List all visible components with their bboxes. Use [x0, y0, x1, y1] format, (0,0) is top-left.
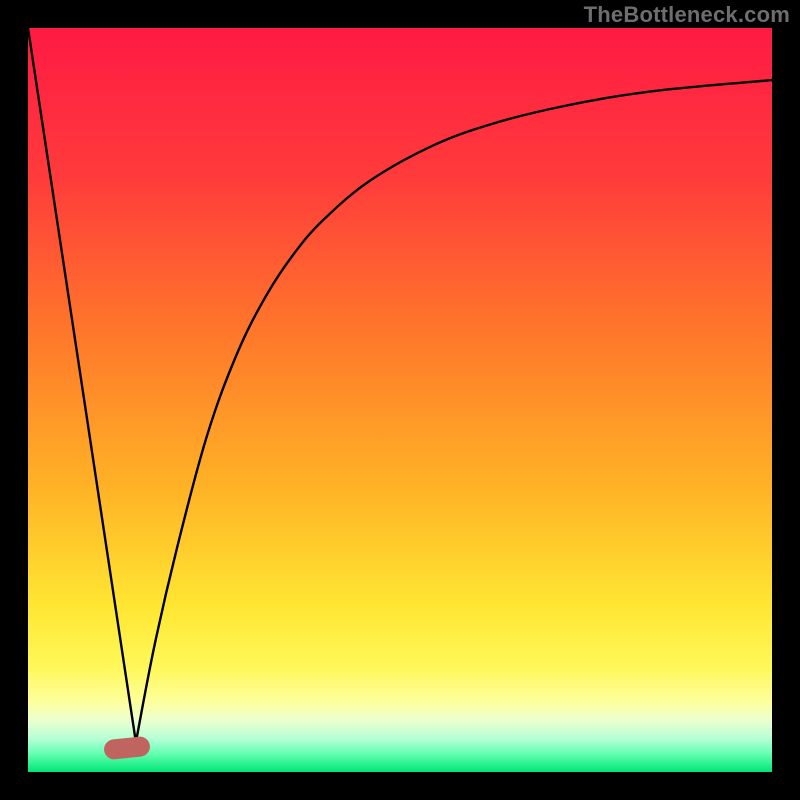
watermark-text: TheBottleneck.com: [584, 2, 790, 28]
curve-layer: [28, 28, 772, 772]
plot-area: [28, 28, 772, 772]
chart-frame: TheBottleneck.com: [0, 0, 800, 800]
bottleneck-curve: [28, 28, 772, 742]
